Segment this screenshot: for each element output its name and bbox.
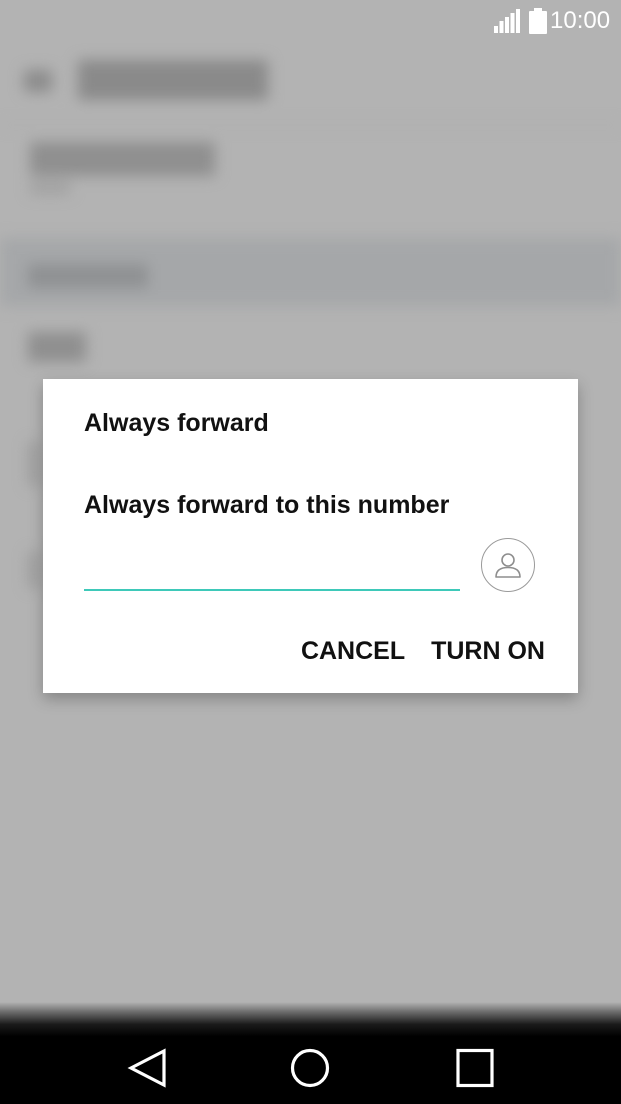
dialog-actions: CANCEL TURN ON	[301, 635, 545, 667]
background-title	[78, 60, 268, 100]
background-divider	[0, 124, 621, 126]
background-row	[30, 142, 215, 176]
navigation-bar	[0, 1002, 621, 1104]
background-row	[28, 332, 86, 362]
always-forward-dialog: Always forward Always forward to this nu…	[43, 379, 578, 693]
status-time: 10:00	[550, 7, 611, 34]
signal-icon	[494, 9, 520, 33]
background-back-arrow	[24, 70, 52, 92]
battery-icon	[529, 8, 547, 34]
background-row-subtitle	[30, 182, 70, 194]
person-icon	[495, 553, 521, 578]
dialog-message: Always forward to this number	[84, 491, 450, 519]
home-icon[interactable]	[288, 1048, 332, 1088]
status-bar: 10:00	[0, 0, 621, 42]
background-section-label	[28, 264, 148, 288]
back-icon[interactable]	[126, 1048, 170, 1088]
background-row	[28, 442, 40, 486]
dialog-title: Always forward	[84, 409, 269, 437]
contact-picker-button[interactable]	[481, 538, 535, 592]
background-row	[28, 552, 40, 588]
forward-number-input[interactable]	[84, 549, 460, 591]
recents-icon[interactable]	[453, 1048, 497, 1088]
cancel-button[interactable]: CANCEL	[301, 635, 405, 667]
turn-on-button[interactable]: TURN ON	[431, 635, 545, 667]
